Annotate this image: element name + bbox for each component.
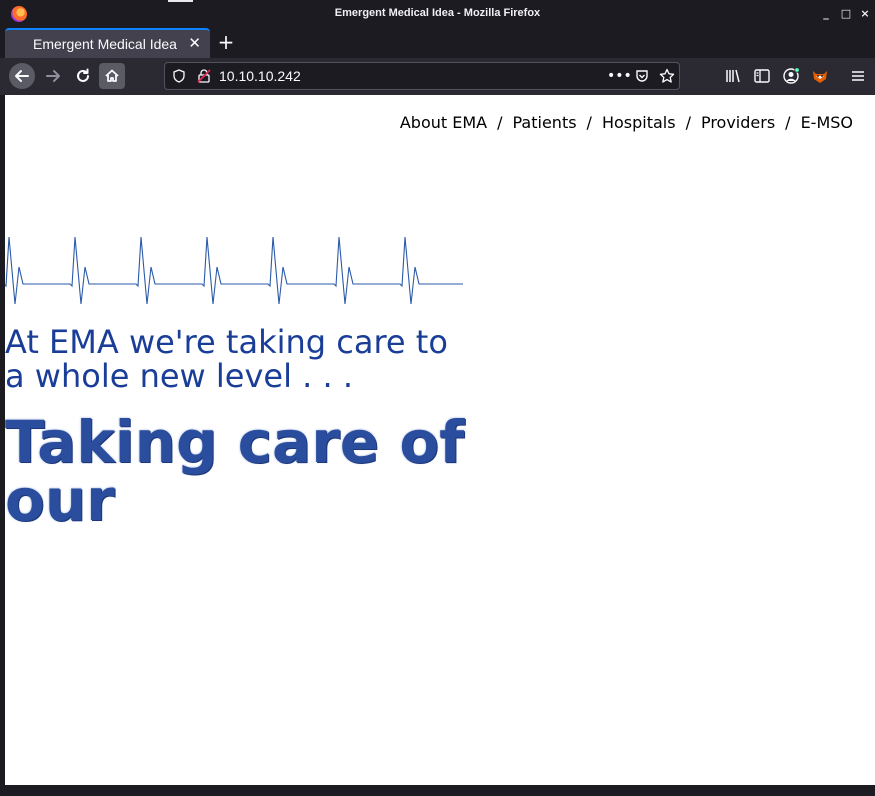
- nav-separator: /: [497, 113, 503, 132]
- tab-label: Emergent Medical Idea: [33, 36, 177, 52]
- nav-separator: /: [685, 113, 691, 132]
- library-icon[interactable]: [723, 66, 743, 86]
- account-icon[interactable]: [781, 66, 801, 86]
- tab-strip: Emergent Medical Idea ✕ +: [0, 28, 875, 58]
- tracking-shield-icon[interactable]: [173, 69, 185, 83]
- page-actions-icon[interactable]: •••: [607, 67, 632, 85]
- arrow-right-icon: [46, 70, 60, 82]
- site-navigation: About EMA / Patients / Hospitals / Providers / E…: [400, 113, 853, 132]
- maximize-button[interactable]: □: [840, 8, 852, 20]
- extension-fox-icon[interactable]: [810, 66, 830, 86]
- close-window-button[interactable]: ×: [859, 8, 871, 20]
- forward-button[interactable]: [40, 63, 66, 89]
- heartbeat-line-graphic: [5, 237, 463, 305]
- window-titlebar: Emergent Medical Idea - Mozilla Firefox …: [0, 0, 875, 28]
- home-icon: [105, 69, 119, 82]
- navigation-toolbar: 10.10.10.242 •••: [0, 58, 875, 95]
- pocket-icon[interactable]: [635, 69, 649, 83]
- nav-separator: /: [586, 113, 592, 132]
- hero-tagline: At EMA we're taking care to a whole new …: [5, 323, 448, 395]
- close-tab-icon[interactable]: ✕: [188, 34, 201, 52]
- nav-about-ema[interactable]: About EMA: [400, 113, 487, 132]
- bookmark-star-icon[interactable]: [659, 68, 675, 84]
- nav-separator: /: [785, 113, 791, 132]
- url-text[interactable]: 10.10.10.242: [219, 68, 301, 84]
- minimize-button[interactable]: _: [820, 8, 832, 20]
- window-bottom-border: [0, 785, 875, 796]
- reload-icon: [77, 68, 89, 82]
- back-button[interactable]: [9, 63, 35, 89]
- window-title: Emergent Medical Idea - Mozilla Firefox: [334, 7, 541, 19]
- hero-headline: Taking care of our: [5, 408, 465, 534]
- reload-button[interactable]: [70, 63, 96, 89]
- nav-e-mso[interactable]: E-MSO: [801, 113, 853, 132]
- insecure-lock-icon[interactable]: [197, 69, 211, 83]
- nav-patients[interactable]: Patients: [513, 113, 577, 132]
- page-viewport: About EMA / Patients / Hospitals / Providers / E…: [5, 95, 875, 785]
- hamburger-menu-icon[interactable]: [848, 66, 868, 86]
- new-tab-button[interactable]: +: [216, 30, 236, 54]
- titlebar-marker: [168, 0, 193, 2]
- nav-hospitals[interactable]: Hospitals: [602, 113, 676, 132]
- nav-providers[interactable]: Providers: [701, 113, 775, 132]
- home-button[interactable]: [99, 63, 125, 89]
- tab-emergent-medical-idea[interactable]: Emergent Medical Idea ✕: [5, 28, 210, 58]
- url-bar[interactable]: 10.10.10.242 •••: [164, 62, 680, 90]
- sidebar-icon[interactable]: [752, 66, 772, 86]
- arrow-left-icon: [15, 70, 29, 82]
